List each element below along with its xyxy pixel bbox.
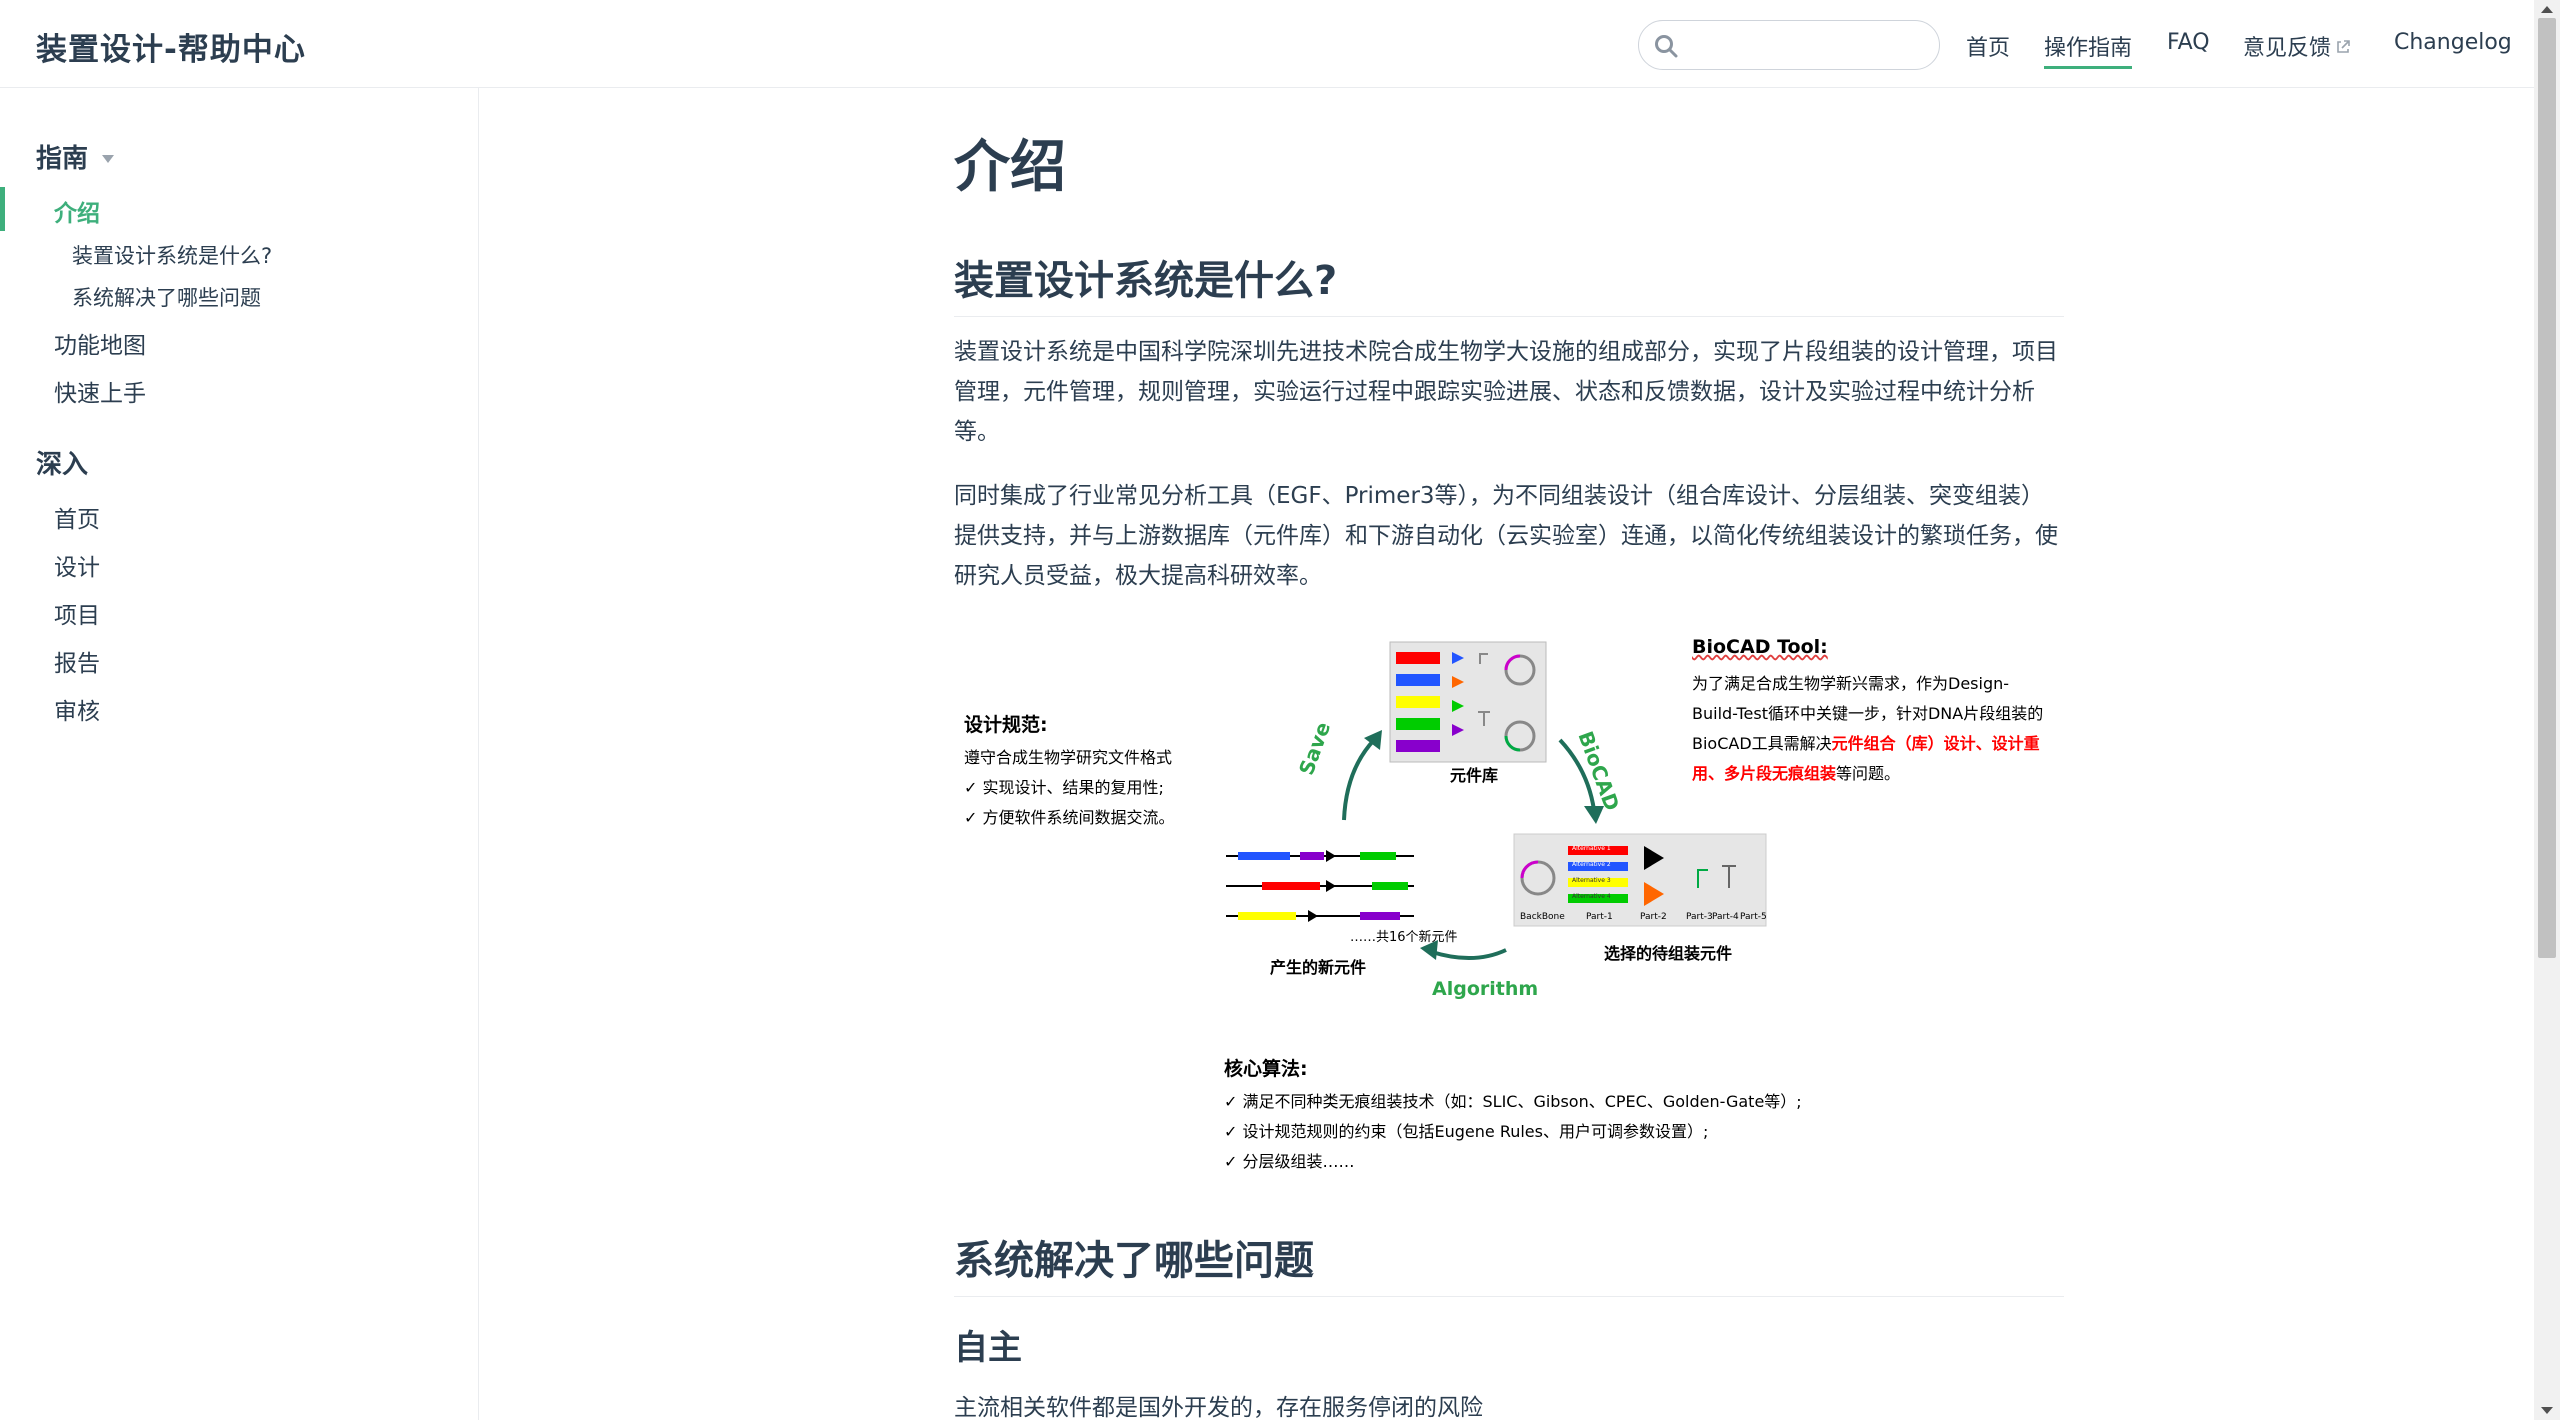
sidebar: 指南 介绍 装置设计系统是什么? 系统解决了哪些问题 功能地图 快速上手 深入 … bbox=[0, 88, 479, 1420]
figure-core-check-1-text: 满足不同种类无痕组装技术（如：SLIC、Gibson、CPEC、Golden-G… bbox=[1242, 1092, 1802, 1111]
figure-core-title: 核心算法: bbox=[1224, 1058, 1308, 1080]
page-scrollbar[interactable] bbox=[2534, 0, 2560, 1420]
page-title: 介绍 bbox=[954, 135, 1066, 200]
top-navbar: 装置设计-帮助中心 首页 操作指南 FAQ 意见反馈 Changelog bbox=[0, 0, 2534, 88]
sidebar-item-design[interactable]: 设计 bbox=[54, 548, 100, 582]
check-icon: ✓ bbox=[1224, 1092, 1243, 1111]
scrollbar-thumb[interactable] bbox=[2538, 18, 2556, 958]
scroll-up-arrow-icon[interactable] bbox=[2541, 6, 2553, 13]
intro-figure: 设计规范: 遵守合成生物学研究文件格式 ✓ 实现设计、结果的复用性; ✓ 方便软… bbox=[954, 620, 2074, 1180]
figure-part-3: Part-3 bbox=[1686, 912, 1713, 922]
sidebar-item-report[interactable]: 报告 bbox=[54, 644, 100, 678]
nav-link-feedback-label: 意见反馈 bbox=[2243, 36, 2332, 61]
paragraph-autonomy: 主流相关软件都是国外开发的，存在服务停闭的风险 bbox=[954, 1395, 1483, 1421]
check-icon: ✓ bbox=[1224, 1152, 1243, 1171]
section-heading-problems: 系统解决了哪些问题 bbox=[954, 1228, 2064, 1297]
sidebar-item-quick-start[interactable]: 快速上手 bbox=[54, 374, 146, 408]
sidebar-item-intro[interactable]: 介绍 bbox=[54, 194, 100, 228]
sidebar-active-indicator bbox=[0, 187, 5, 231]
check-icon: ✓ bbox=[1224, 1122, 1243, 1141]
figure-part-4: Part-4 bbox=[1712, 912, 1739, 922]
figure-library-label: 元件库 bbox=[1450, 766, 1499, 785]
figure-algorithm-label: Algorithm bbox=[1432, 978, 1539, 1000]
search-box[interactable] bbox=[1638, 20, 1940, 70]
paragraph-intro-2: 同时集成了行业常见分析工具（EGF、Primer3等），为不同组装设计（组合库设… bbox=[954, 483, 2058, 589]
sidebar-item-feature-map[interactable]: 功能地图 bbox=[54, 326, 146, 360]
sidebar-subitem-problems[interactable]: 系统解决了哪些问题 bbox=[72, 282, 261, 312]
figure-core-check-1: ✓ 满足不同种类无痕组装技术（如：SLIC、Gibson、CPEC、Golden… bbox=[1224, 1088, 1802, 1112]
caret-down-icon bbox=[102, 155, 115, 163]
figure-alt-2: Alternative 2 bbox=[1572, 861, 1611, 868]
figure-part-2: Part-2 bbox=[1640, 912, 1667, 922]
figure-core-check-2-text: 设计规范规则的约束（包括Eugene Rules、用户可调参数设置）; bbox=[1242, 1122, 1709, 1141]
parts-library-box bbox=[1389, 641, 1547, 763]
nav-link-feedback[interactable]: 意见反馈 bbox=[2243, 30, 2351, 66]
nav-link-faq[interactable]: FAQ bbox=[2167, 30, 2210, 59]
figure-alt-1: Alternative 1 bbox=[1572, 845, 1611, 852]
nav-link-guide[interactable]: 操作指南 bbox=[2044, 30, 2133, 69]
site-title[interactable]: 装置设计-帮助中心 bbox=[36, 24, 306, 69]
section-heading-what-is: 装置设计系统是什么? bbox=[954, 248, 2064, 317]
sidebar-subitem-what-is[interactable]: 装置设计系统是什么? bbox=[72, 240, 272, 270]
sidebar-group-guide-label: 指南 bbox=[36, 144, 89, 174]
figure-new-parts-label: 产生的新元件 bbox=[1270, 958, 1367, 977]
nav-link-home[interactable]: 首页 bbox=[1966, 30, 2010, 66]
search-input[interactable] bbox=[1689, 29, 1923, 63]
figure-alt-3: Alternative 3 bbox=[1572, 877, 1611, 884]
sidebar-item-review[interactable]: 审核 bbox=[54, 692, 100, 726]
figure-core-check-3-text: 分层级组装…… bbox=[1242, 1152, 1355, 1171]
search-icon bbox=[1655, 35, 1678, 58]
scroll-down-arrow-icon[interactable] bbox=[2541, 1407, 2553, 1414]
figure-core-check-3: ✓ 分层级组装…… bbox=[1224, 1148, 1355, 1172]
sidebar-group-guide[interactable]: 指南 bbox=[36, 138, 115, 175]
sidebar-item-home[interactable]: 首页 bbox=[54, 500, 100, 534]
figure-part-5: Part-5 bbox=[1740, 912, 1767, 922]
external-link-icon bbox=[2337, 40, 2350, 53]
sidebar-group-deep[interactable]: 深入 bbox=[36, 444, 88, 481]
figure-part-1: Part-1 bbox=[1586, 912, 1613, 922]
figure-pending-label: 选择的待组装元件 bbox=[1604, 944, 1733, 963]
new-parts-constructs bbox=[1226, 850, 1414, 922]
figure-backbone-label: BackBone bbox=[1520, 912, 1565, 922]
paragraph-intro-1: 装置设计系统是中国科学院深圳先进技术院合成生物学大设施的组成部分，实现了片段组装… bbox=[954, 339, 2058, 445]
figure-core-check-2: ✓ 设计规范规则的约束（包括Eugene Rules、用户可调参数设置）; bbox=[1224, 1118, 1708, 1142]
subheading-autonomy: 自主 bbox=[954, 1328, 1022, 1368]
figure-total-label: ……共16个新元件 bbox=[1350, 930, 1458, 945]
sidebar-item-project[interactable]: 项目 bbox=[54, 596, 100, 630]
nav-link-changelog[interactable]: Changelog bbox=[2394, 30, 2512, 59]
figure-alt-4: Alternative 4 bbox=[1572, 893, 1611, 900]
